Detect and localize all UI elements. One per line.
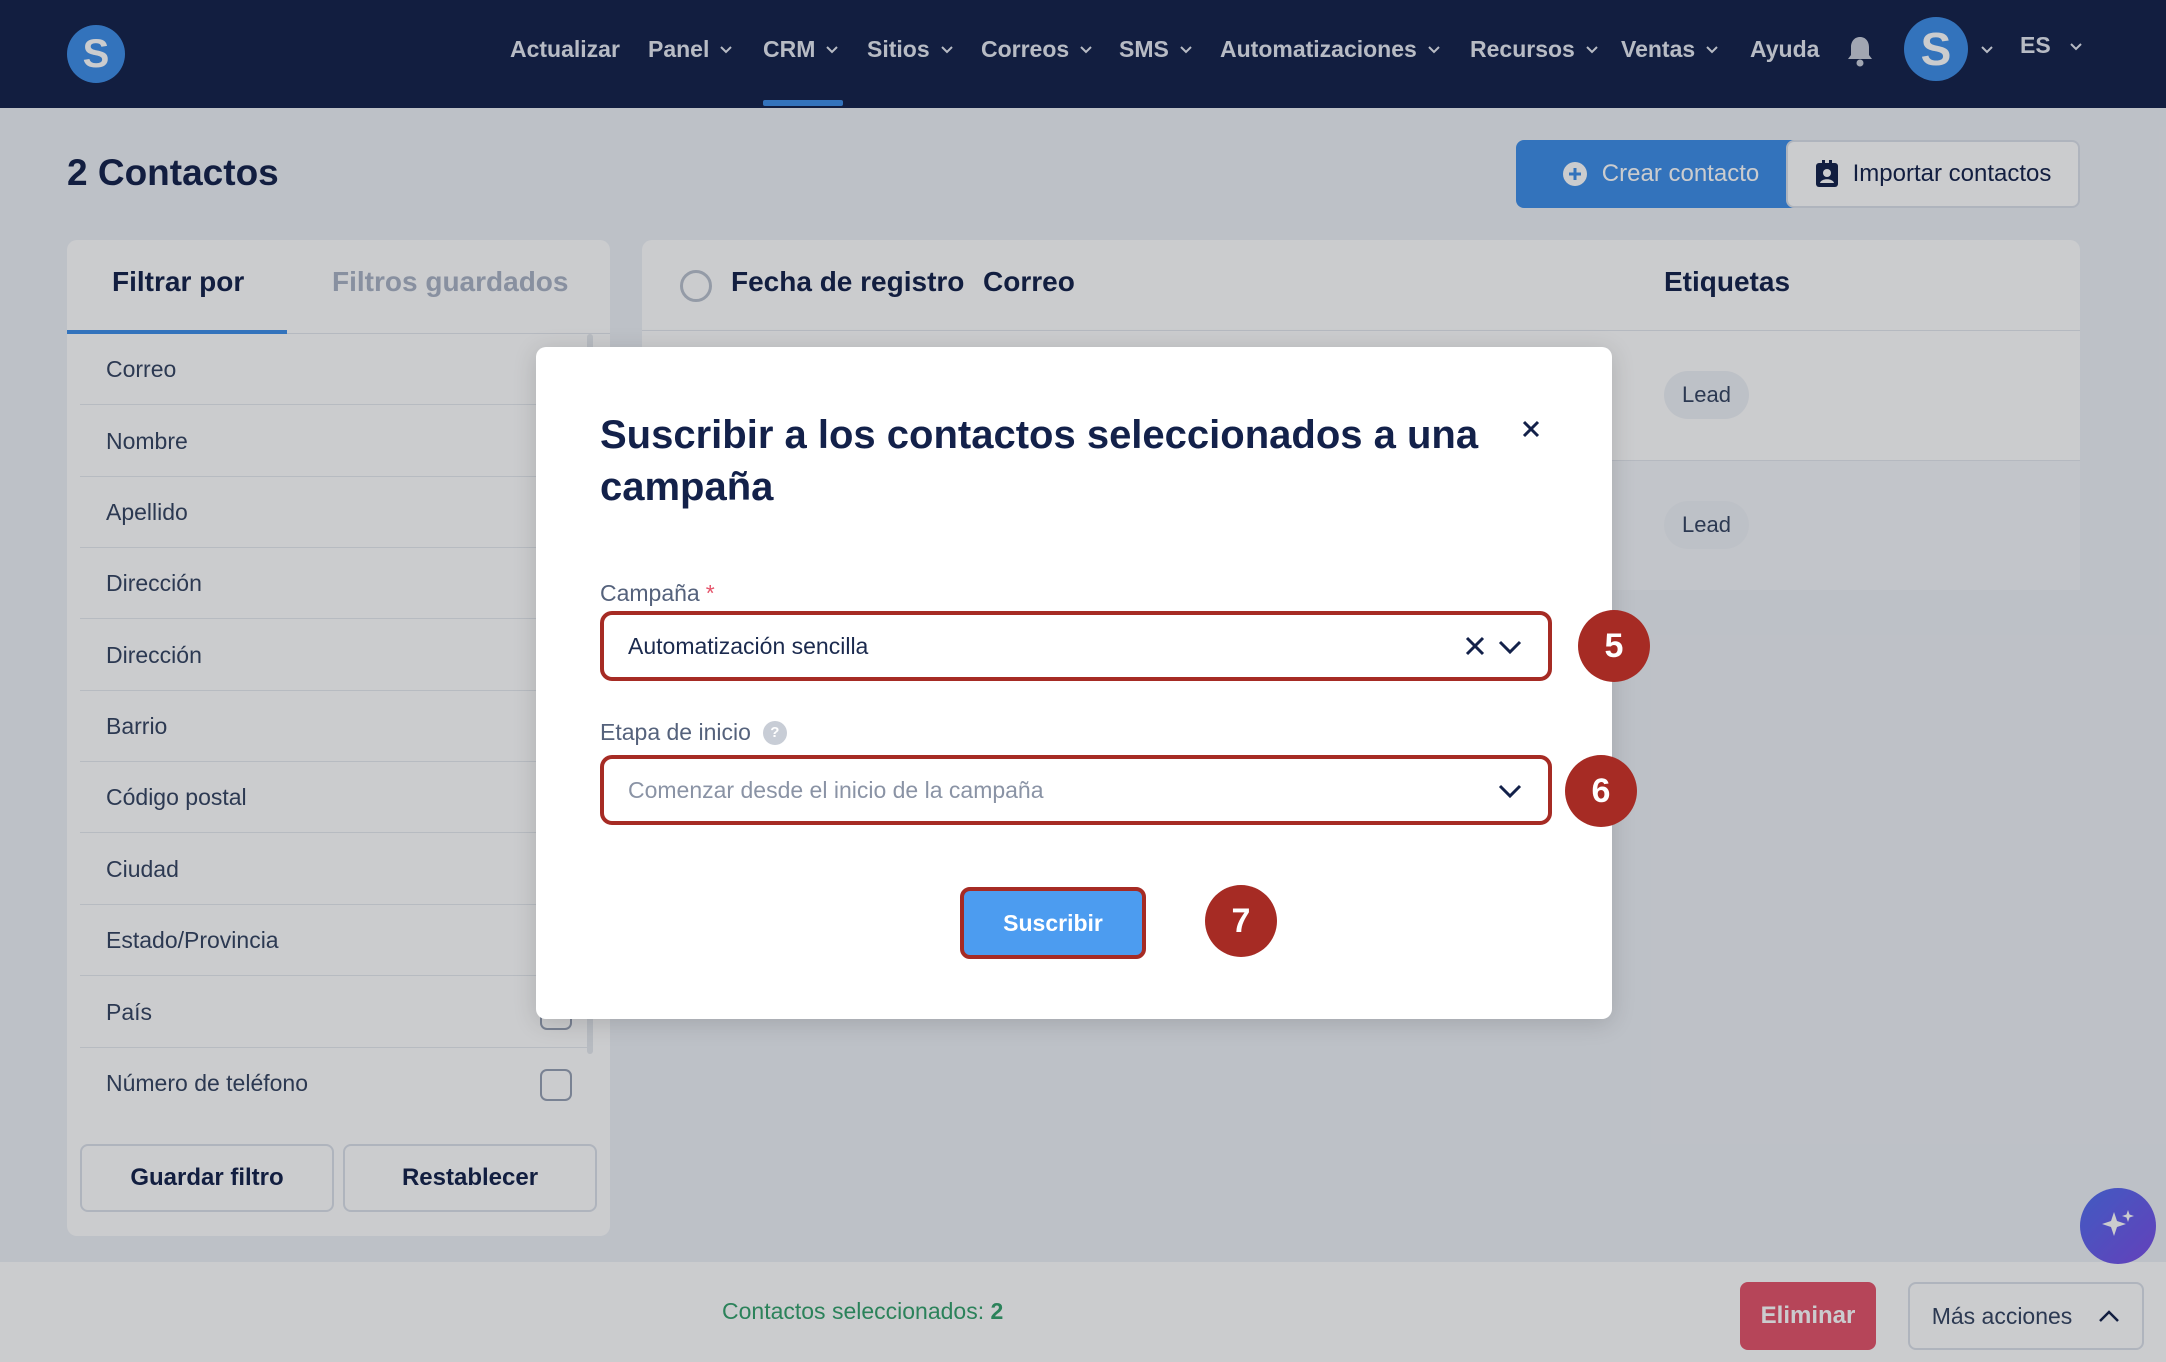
- start-stage-field-label: Etapa de inicio ?: [600, 719, 787, 746]
- required-mark: *: [705, 580, 715, 606]
- step-marker-5: 5: [1578, 610, 1650, 682]
- subscribe-campaign-modal: Suscribir a los contactos seleccionados …: [536, 347, 1612, 1019]
- campaign-select[interactable]: Automatización sencilla: [600, 611, 1552, 681]
- clear-icon[interactable]: [1464, 635, 1486, 657]
- step-marker-6: 6: [1565, 755, 1637, 827]
- chevron-down-icon[interactable]: [1498, 639, 1522, 655]
- start-stage-placeholder: Comenzar desde el inicio de la campaña: [628, 776, 1044, 803]
- campaign-label-text: Campaña: [600, 580, 700, 606]
- modal-title: Suscribir a los contactos seleccionados …: [600, 413, 1479, 509]
- chevron-down-icon[interactable]: [1498, 783, 1522, 799]
- help-icon[interactable]: ?: [762, 720, 787, 745]
- close-button[interactable]: [1511, 409, 1551, 449]
- close-icon: [1522, 420, 1540, 438]
- step-marker-7: 7: [1205, 885, 1277, 957]
- start-stage-select[interactable]: Comenzar desde el inicio de la campaña: [600, 755, 1552, 825]
- start-stage-label-text: Etapa de inicio: [600, 719, 751, 745]
- campaign-selected-value: Automatización sencilla: [628, 632, 869, 659]
- campaign-field-label: Campaña *: [600, 580, 715, 607]
- subscribe-button[interactable]: Suscribir: [960, 887, 1146, 959]
